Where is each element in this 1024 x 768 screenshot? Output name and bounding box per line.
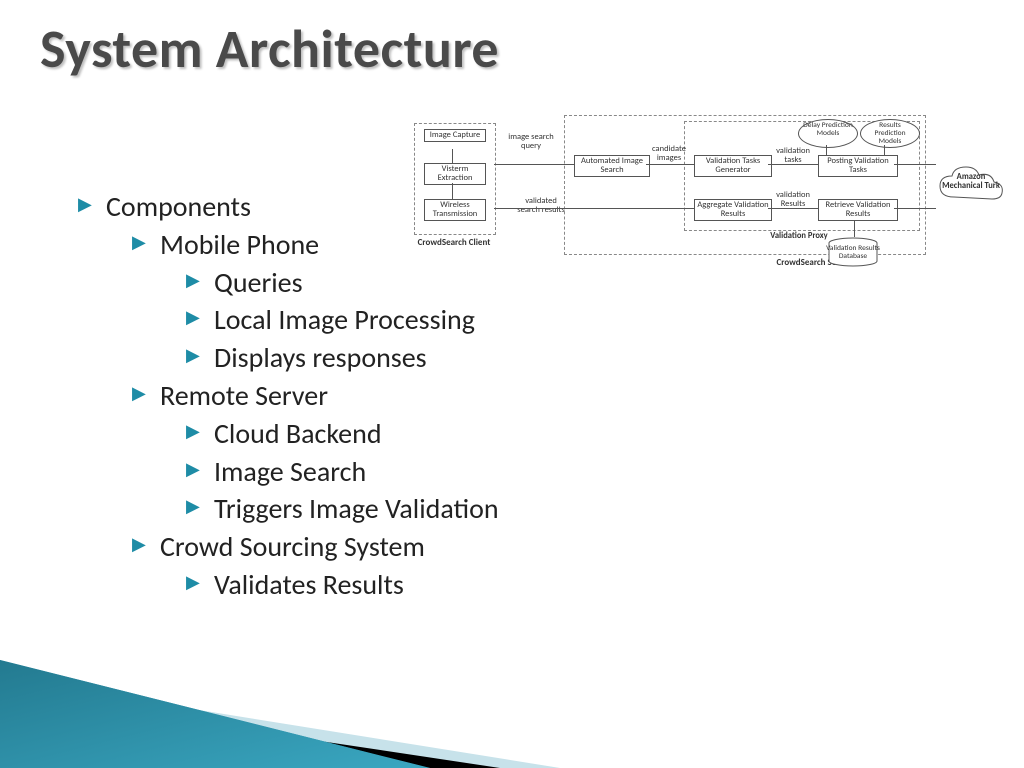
box-aggregate: Aggregate Validation Results <box>694 199 772 221</box>
box-visterm: Visterm Extraction <box>424 163 486 185</box>
slide: System Architecture ▶ Components ▶ Mobil… <box>0 0 1024 768</box>
db-label: Validation Results Database <box>826 245 880 261</box>
cloud-amazon-mturk: Amazon Mechanical Turk <box>936 165 1006 205</box>
edge-label-candidates: candidate images <box>646 145 692 163</box>
triangle-bullet-icon: ▶ <box>186 415 200 447</box>
box-results-model: Results Prediction Models <box>860 119 920 148</box>
outline-text: Components <box>106 188 251 226</box>
outline-text: Remote Server <box>160 377 328 415</box>
arrow-line <box>894 164 936 165</box>
edge-label-validated: validated search results <box>516 197 566 215</box>
triangle-bullet-icon: ▶ <box>186 490 200 522</box>
triangle-bullet-icon: ▶ <box>132 528 146 560</box>
box-delay-model: Delay Prediction Models <box>798 119 858 148</box>
triangle-bullet-icon: ▶ <box>132 226 146 258</box>
outline-subitem: ▶ Image Search <box>186 453 499 491</box>
edge-label-valresults: validation Results <box>770 191 816 209</box>
outline-subitem: ▶ Cloud Backend <box>186 415 499 453</box>
outline-subitem: ▶ Triggers Image Validation <box>186 490 499 528</box>
slide-title: System Architecture <box>40 16 499 82</box>
outline-text: Triggers Image Validation <box>214 490 499 528</box>
triangle-bullet-icon: ▶ <box>186 339 200 371</box>
arrow-line <box>452 149 453 163</box>
client-group-label: CrowdSearch Client <box>414 237 494 248</box>
box-retrieve: Retrieve Validation Results <box>818 199 898 221</box>
outline-text: Crowd Sourcing System <box>160 528 425 566</box>
arrow-line <box>646 164 694 165</box>
triangle-bullet-icon: ▶ <box>78 188 92 220</box>
outline-text: Cloud Backend <box>214 415 382 453</box>
arrow-line <box>826 145 827 155</box>
box-wireless: Wireless Transmission <box>424 199 486 221</box>
triangle-bullet-icon: ▶ <box>186 566 200 598</box>
outline-text: Local Image Processing <box>214 301 475 339</box>
architecture-diagram: CrowdSearch Client Image Capture Visterm… <box>414 115 1014 295</box>
outline-text: Validates Results <box>214 566 404 604</box>
box-image-capture: Image Capture <box>424 129 486 142</box>
outline-text: Queries <box>214 264 303 302</box>
cloud-label: Amazon Mechanical Turk <box>936 173 1006 192</box>
outline-subitem: ▶ Validates Results <box>186 566 499 604</box>
db-cylinder-icon: Validation Results Database <box>826 237 880 274</box>
outline-item-crowd: ▶ Crowd Sourcing System <box>132 528 499 566</box>
arrow-line <box>768 164 818 165</box>
outline-subitem: ▶ Local Image Processing <box>186 301 499 339</box>
outline-text: Image Search <box>214 453 366 491</box>
server-group-label: CrowdSearch Server <box>714 257 914 268</box>
triangle-bullet-icon: ▶ <box>186 264 200 296</box>
edge-label-query: image search query <box>506 133 556 151</box>
box-posting: Posting Validation Tasks <box>818 155 898 177</box>
outline-text: Displays responses <box>214 339 427 377</box>
edge-label-valtasks: validation tasks <box>770 147 816 165</box>
triangle-bullet-icon: ▶ <box>132 377 146 409</box>
outline-item-server: ▶ Remote Server <box>132 377 499 415</box>
arrow-line <box>894 208 936 209</box>
arrow-line <box>768 208 818 209</box>
arrow-line <box>884 145 885 155</box>
box-task-gen: Validation Tasks Generator <box>694 155 772 177</box>
arrow-line <box>494 208 694 209</box>
triangle-bullet-icon: ▶ <box>186 453 200 485</box>
outline-text: Mobile Phone <box>160 226 319 264</box>
arrow-line <box>452 183 453 199</box>
arrow-line <box>494 164 574 165</box>
arrow-line <box>854 221 855 237</box>
outline-subitem: ▶ Displays responses <box>186 339 499 377</box>
triangle-bullet-icon: ▶ <box>186 301 200 333</box>
box-auto-search: Automated Image Search <box>574 155 650 177</box>
